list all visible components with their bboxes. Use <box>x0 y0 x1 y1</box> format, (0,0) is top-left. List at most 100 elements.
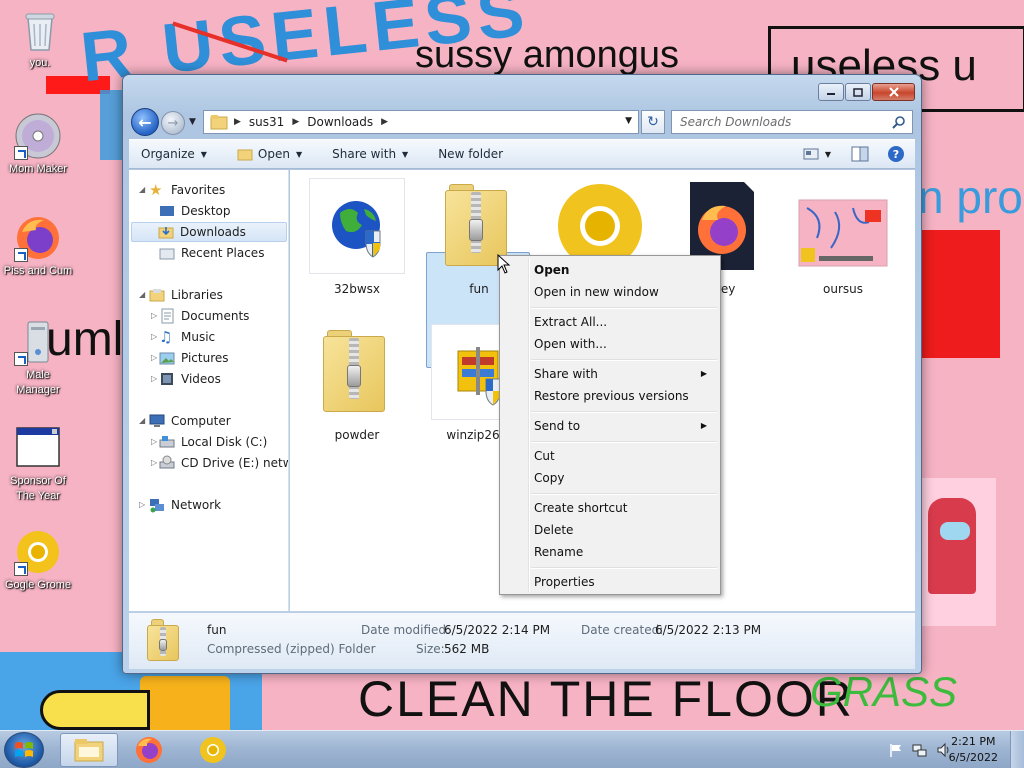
minimize-button[interactable] <box>818 83 844 101</box>
expand-icon[interactable]: ▷ <box>151 332 157 341</box>
organize-button[interactable]: Organize ▼ <box>141 147 207 161</box>
file-item[interactable]: powder <box>305 324 409 442</box>
wallpaper-amongus <box>922 478 996 626</box>
refresh-icon: ↻ <box>647 114 659 130</box>
change-view-icon[interactable] <box>803 147 819 161</box>
desktop-icon-mom-maker[interactable]: Mom Maker <box>0 112 76 177</box>
nav-libraries[interactable]: Libraries <box>149 285 223 305</box>
close-button[interactable] <box>872 83 915 101</box>
expand-network-icon[interactable]: ▷ <box>139 500 145 509</box>
shortcut-arrow-icon <box>14 146 28 160</box>
breadcrumb-separator[interactable]: ▶ <box>292 117 299 127</box>
search-box[interactable] <box>671 110 913 134</box>
nav-label: Local Disk (C:) <box>181 435 268 449</box>
menu-item-label: Extract All... <box>534 315 608 329</box>
search-icon[interactable] <box>892 115 906 129</box>
maximize-button[interactable] <box>845 83 871 101</box>
nav-music[interactable]: ♫ Music <box>159 327 215 347</box>
desktop-icon-recycle-bin[interactable]: you. <box>2 6 78 71</box>
expand-icon[interactable]: ▷ <box>151 437 157 446</box>
minimize-icon <box>827 93 835 95</box>
nav-videos[interactable]: Videos <box>159 369 221 389</box>
nav-downloads[interactable]: Downloads <box>131 222 287 242</box>
nav-favorites[interactable]: ★ Favorites <box>149 180 225 200</box>
help-icon[interactable]: ? <box>887 145 905 163</box>
back-button[interactable]: ← <box>131 108 159 136</box>
preview-pane-icon[interactable] <box>851 146 869 162</box>
file-item[interactable]: oursus <box>791 178 895 296</box>
menu-item-send-to[interactable]: Send to ▶ <box>503 415 717 437</box>
wallpaper-red-square <box>920 230 1000 358</box>
desktop-icon-piss-and-cum[interactable]: Piss and Cum <box>0 214 76 279</box>
taskbar-explorer-button[interactable] <box>60 733 118 767</box>
expand-favorites-icon[interactable]: ◢ <box>139 185 145 194</box>
network-status-icon[interactable] <box>912 742 928 758</box>
menu-item-cut[interactable]: Cut <box>503 445 717 467</box>
desktop-icon-gogle-grome[interactable]: Gogle Grome <box>0 528 76 593</box>
breadcrumb-sus31[interactable]: sus31 <box>249 115 284 129</box>
file-thumbnail <box>309 324 405 420</box>
menu-item-open-with[interactable]: Open with... <box>503 333 717 355</box>
menu-item-share-with[interactable]: Share with ▶ <box>503 363 717 385</box>
desktop-icon-male-manager[interactable]: Male Manager <box>0 318 76 398</box>
view-dropdown-icon[interactable]: ▼ <box>825 150 831 159</box>
nav-label: Videos <box>181 372 221 386</box>
new-folder-button[interactable]: New folder <box>438 147 503 161</box>
recent-pages-dropdown[interactable]: ▼ <box>189 117 196 127</box>
nav-recent-places[interactable]: Recent Places <box>159 243 264 263</box>
documents-icon <box>161 308 174 324</box>
menu-separator <box>531 307 717 309</box>
refresh-button[interactable]: ↻ <box>641 110 665 134</box>
desktop-icon-sponsor[interactable]: Sponsor Of The Year <box>0 424 76 504</box>
forward-button[interactable]: → <box>161 111 185 135</box>
menu-item-delete[interactable]: Delete <box>503 519 717 541</box>
open-button[interactable]: Open ▼ <box>237 147 302 161</box>
start-button[interactable] <box>4 732 44 768</box>
share-with-button[interactable]: Share with ▼ <box>332 147 408 161</box>
menu-item-create-shortcut[interactable]: Create shortcut <box>503 497 717 519</box>
nav-network[interactable]: Network <box>149 495 221 515</box>
menu-separator <box>531 359 717 361</box>
address-dropdown-button[interactable]: ▼ <box>625 116 632 126</box>
menu-item-copy[interactable]: Copy <box>503 467 717 489</box>
expand-icon[interactable]: ▷ <box>151 311 157 320</box>
taskbar-chrome-button[interactable] <box>184 733 242 767</box>
menu-item-rename[interactable]: Rename <box>503 541 717 563</box>
expand-icon[interactable]: ▷ <box>151 353 157 362</box>
menu-item-restore-previous-versions[interactable]: Restore previous versions <box>503 385 717 407</box>
expand-icon[interactable]: ▷ <box>151 374 157 383</box>
nav-pictures[interactable]: Pictures <box>159 348 229 368</box>
nav-desktop[interactable]: Desktop <box>159 201 231 221</box>
expand-libraries-icon[interactable]: ◢ <box>139 290 145 299</box>
search-input[interactable] <box>680 115 880 129</box>
expand-icon[interactable]: ▷ <box>151 458 157 467</box>
file-thumbnail <box>309 178 405 274</box>
close-icon <box>888 87 899 97</box>
details-modified-value: 6/5/2022 2:14 PM <box>444 623 551 637</box>
file-thumbnail <box>795 178 891 274</box>
nav-documents[interactable]: Documents <box>159 306 249 326</box>
clock[interactable]: 2:21 PM 6/5/2022 <box>949 734 998 766</box>
nav-cd-drive[interactable]: CD Drive (E:) networ <box>159 453 288 473</box>
breadcrumb-separator[interactable]: ▶ <box>381 117 388 127</box>
desktop-icon-label: Sponsor Of The Year <box>10 475 66 502</box>
file-item[interactable]: 32bwsx <box>305 178 409 296</box>
menu-item-label: Send to <box>534 419 581 433</box>
window-icon <box>16 427 60 467</box>
address-bar[interactable]: ▶ sus31 ▶ Downloads ▶ ▼ <box>203 110 639 134</box>
arrow-right-icon: → <box>167 115 179 131</box>
taskbar-firefox-button[interactable] <box>120 733 178 767</box>
menu-item-properties[interactable]: Properties <box>503 571 717 593</box>
action-center-flag-icon[interactable] <box>888 742 904 758</box>
menu-item-label: Open in new window <box>534 285 659 299</box>
menu-item-open[interactable]: Open <box>503 259 717 281</box>
breadcrumb-downloads[interactable]: Downloads <box>307 115 373 129</box>
expand-computer-icon[interactable]: ◢ <box>139 416 145 425</box>
show-desktop-button[interactable] <box>1010 731 1024 768</box>
chevron-down-icon: ▼ <box>402 149 409 159</box>
menu-item-extract-all[interactable]: Extract All... <box>503 311 717 333</box>
nav-local-disk[interactable]: Local Disk (C:) <box>159 432 267 452</box>
breadcrumb-separator[interactable]: ▶ <box>234 117 241 127</box>
menu-item-open-new-window[interactable]: Open in new window <box>503 281 717 303</box>
nav-computer[interactable]: Computer <box>149 411 231 431</box>
